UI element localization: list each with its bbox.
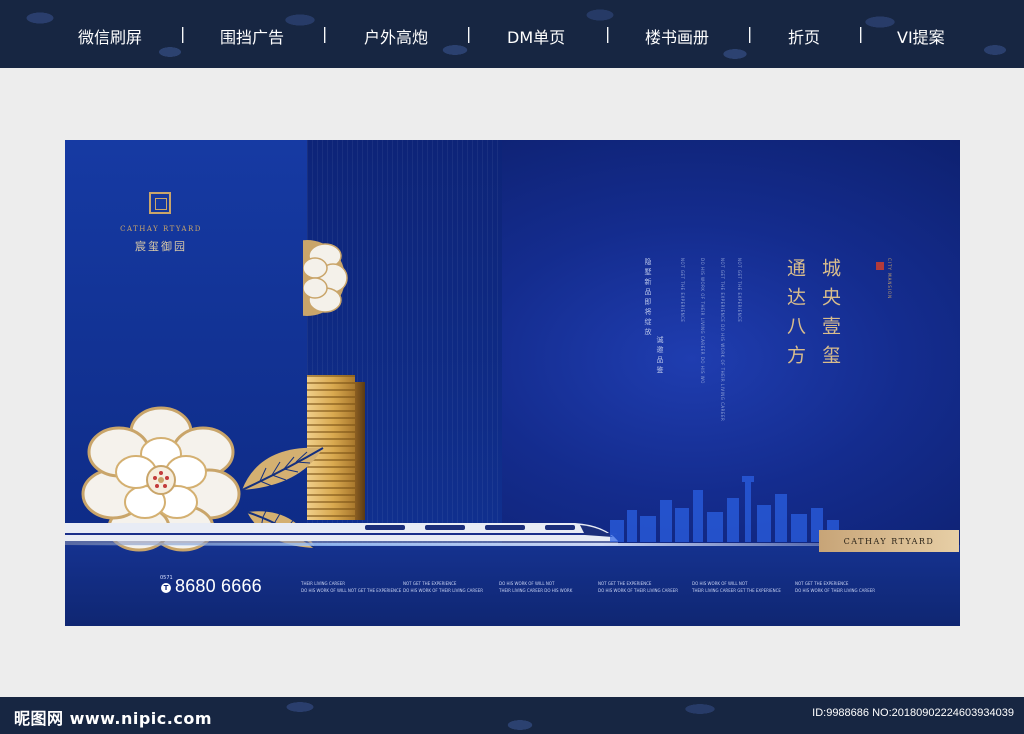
nav-separator: | xyxy=(858,24,864,43)
poster-artwork: CATHAY RTYARD 宸玺御园 城央壹玺 通达八方 CITY MANSIO… xyxy=(65,140,960,626)
footer-blurb: NOT GET THE EXPERIENCE DO HIS WORK OF TH… xyxy=(598,581,679,593)
nav-separator: | xyxy=(747,24,753,43)
watermark-bar: 昵图网 www.nipic.com ID:9988686 NO:20180902… xyxy=(0,697,1024,734)
footer-blurb: DO HIS WORK OF WILL NOT THEIR LIVING CAR… xyxy=(692,581,781,593)
city-skyline xyxy=(610,476,839,542)
nav-item-hoarding[interactable]: 围挡广告 xyxy=(220,24,284,48)
headline-city-center: 城央壹玺 xyxy=(819,258,841,374)
headline-connect: 通达八方 xyxy=(784,258,806,374)
top-nav: 微信刷屏 | 围挡广告 | 户外高炮 | DM单页 | 楼书画册 | 折页 | … xyxy=(0,0,1024,68)
tower-building-side xyxy=(355,382,365,520)
nav-item-fold-page[interactable]: 折页 xyxy=(788,24,820,48)
nav-separator: | xyxy=(466,24,472,43)
footer-blurb: DO HIS WORK OF WILL NOT THEIR LIVING CAR… xyxy=(499,581,573,593)
image-id-watermark: ID:9988686 NO:20180902224603934039 xyxy=(812,707,1014,719)
brand-name-cn: 宸玺御园 xyxy=(135,240,187,253)
brand-badge: CATHAY RTYARD xyxy=(819,530,959,552)
seal-caption: CITY MANSION xyxy=(887,258,892,300)
subtitle-en-1: NOT GET THE EXPERIENCE xyxy=(680,258,685,323)
red-seal-icon xyxy=(876,262,884,270)
phone-icon: T xyxy=(161,583,171,593)
nav-separator: | xyxy=(180,24,186,43)
nav-item-billboard[interactable]: 户外高炮 xyxy=(364,24,428,48)
subtitle-en-3: NOT GET THE EXPERIENCE DO HIS WORK OF TH… xyxy=(720,258,725,422)
site-watermark: 昵图网 www.nipic.com xyxy=(14,709,212,728)
flower-small-icon xyxy=(303,240,348,316)
nav-item-wechat[interactable]: 微信刷屏 xyxy=(78,24,142,48)
subtitle-en-2: DO HIS WORK OF THEIR LIVING CAREER DO HI… xyxy=(700,258,705,384)
nav-separator: | xyxy=(605,24,611,43)
nav-item-vi-proposal[interactable]: VI提案 xyxy=(897,24,945,48)
subtitle-en-4: NOT GET THE EXPERIENCE xyxy=(737,258,742,323)
nav-separator: | xyxy=(322,24,328,43)
nav-item-brochure[interactable]: 楼书画册 xyxy=(645,24,709,48)
gold-leaf-icon xyxy=(241,447,324,491)
subtitle-cn-2: 诚邀品鉴 xyxy=(656,336,664,376)
phone-number: 8680 6666 xyxy=(175,576,262,596)
subtitle-cn-1: 隐墅新品即将绽放 xyxy=(644,258,652,338)
brand-logo-icon xyxy=(149,192,171,214)
phone-area-code: 0571 xyxy=(160,575,173,581)
footer-blurb: THEIR LIVING CAREER DO HIS WORK OF WILL … xyxy=(301,581,402,593)
brand-name-en: CATHAY RTYARD xyxy=(120,225,202,233)
footer-blurb: NOT GET THE EXPERIENCE DO HIS WORK OF TH… xyxy=(795,581,876,593)
footer-blurb: NOT GET THE EXPERIENCE DO HIS WORK OF TH… xyxy=(403,581,484,593)
nav-item-dm-flyer[interactable]: DM单页 xyxy=(507,24,565,48)
